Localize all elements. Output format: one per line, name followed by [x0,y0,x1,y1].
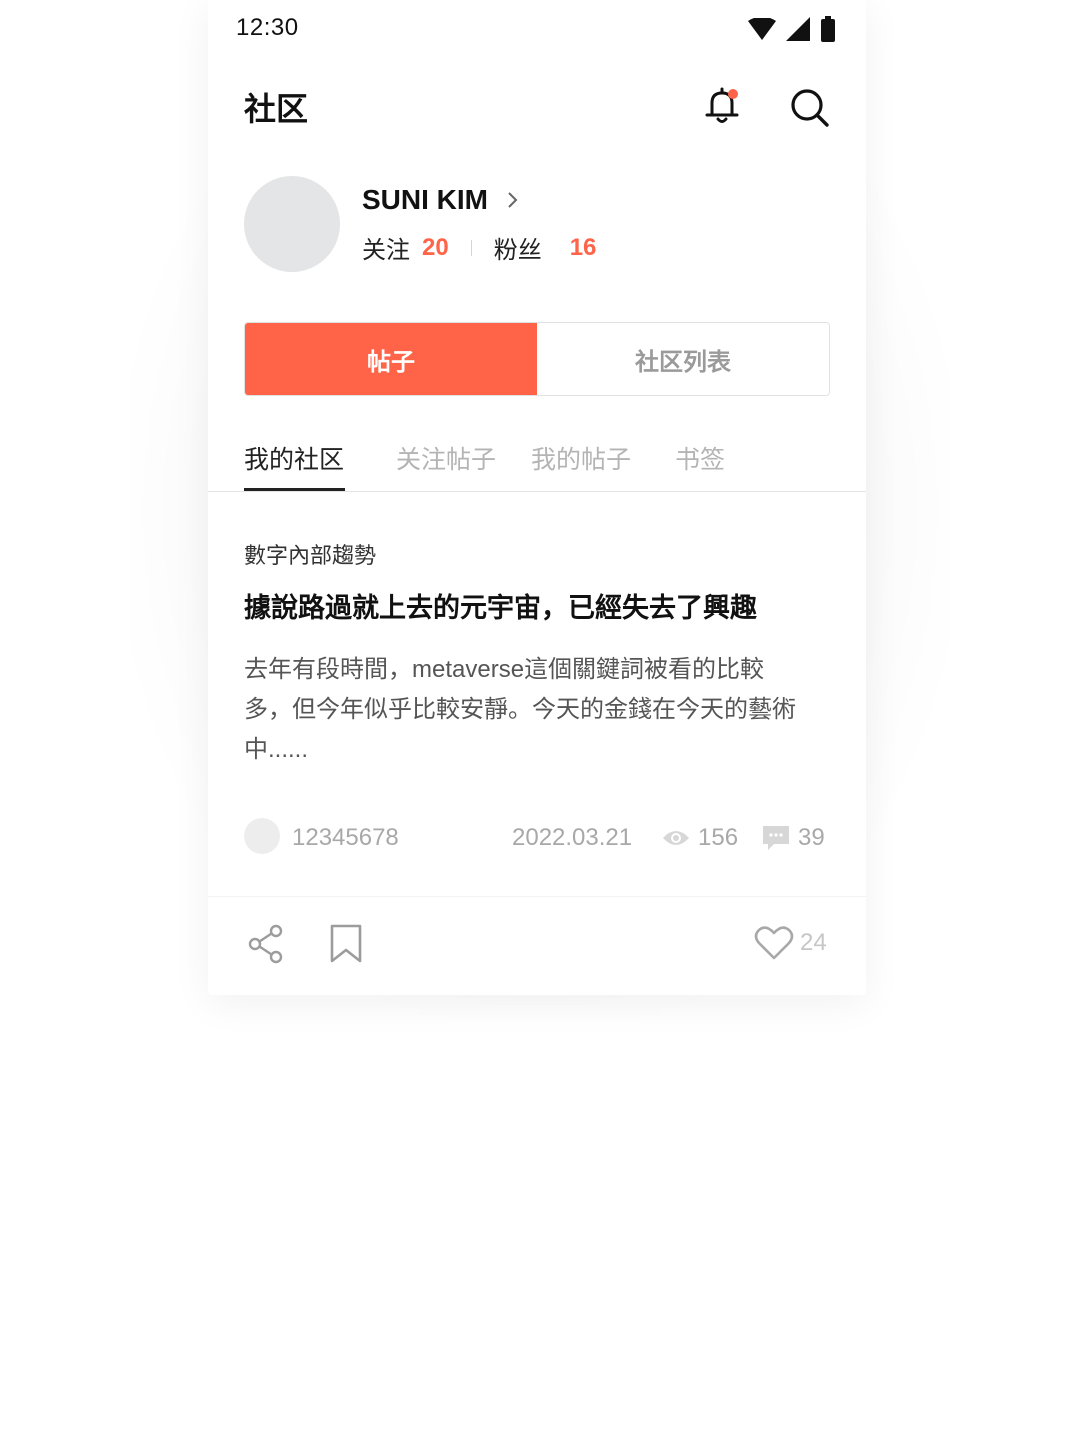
post-body[interactable]: 去年有段時間，metaverse這個關鍵詞被看的比較 多，但今年似乎比較安靜。今… [244,650,834,770]
phone-screen: 12:30 社区 SUNI KIM 关注 20 粉丝 16 帖子 社区列表 我的… [208,0,866,995]
notification-dot [728,89,738,99]
view-count: 156 [698,824,739,851]
bell-icon[interactable] [700,84,744,128]
tab-following-posts[interactable]: 关注帖子 [396,440,496,476]
bookmark-icon[interactable] [328,923,364,965]
comment-count: 39 [798,824,825,851]
tab-my-posts[interactable]: 我的帖子 [531,440,631,476]
post-body-line: 中...... [244,736,309,763]
like-count: 24 [800,929,827,956]
eye-icon [663,831,689,845]
post-body-line: 去年有段時間，metaverse這個關鍵詞被看的比較 [244,656,765,683]
avatar[interactable] [244,176,340,272]
comment-count-group: 39 [762,824,825,852]
segmented-control: 帖子 社区列表 [244,322,830,396]
like-button[interactable]: 24 [754,925,827,961]
heart-icon [754,926,794,960]
followers-label[interactable]: 粉丝 [494,230,542,265]
tab-bookmarks[interactable]: 书签 [675,440,725,476]
post-meta: 12345678 2022.03.21 156 39 [244,818,830,860]
status-time: 12:30 [236,14,299,41]
following-label[interactable]: 关注 [362,230,410,265]
page-title: 社区 [244,91,309,127]
active-tab-indicator [244,488,345,491]
profile-stats: 关注 20 粉丝 16 [362,230,596,265]
post-body-line: 多，但今年似乎比較安靜。今天的金錢在今天的藝術 [244,696,796,723]
author-id[interactable]: 12345678 [292,824,399,852]
profile-name: SUNI KIM [362,184,488,215]
followers-count[interactable]: 16 [570,234,597,262]
post-title[interactable]: 據說路過就上去的元宇宙，已經失去了興趣 [244,586,757,625]
tab-my-community[interactable]: 我的社区 [244,440,344,476]
post-date: 2022.03.21 [512,824,633,851]
post-category[interactable]: 數字內部趨勢 [244,538,376,570]
post-action-bar: 24 [208,896,866,995]
comment-icon [763,826,789,850]
chevron-right-icon [508,192,518,208]
signal-icon [786,17,810,41]
profile-name-link[interactable]: SUNI KIM [362,184,520,216]
segment-community-list[interactable]: 社区列表 [537,323,829,395]
search-icon[interactable] [788,86,832,130]
battery-icon [821,16,835,42]
view-count-group: 156 [662,824,738,852]
status-bar: 12:30 [208,0,866,58]
author-avatar[interactable] [244,818,280,854]
segment-posts[interactable]: 帖子 [245,323,537,395]
sub-tabs: 我的社区 关注帖子 我的帖子 书签 [208,438,866,492]
wifi-icon [748,18,776,40]
following-count[interactable]: 20 [422,234,449,262]
stat-divider [470,239,472,256]
share-icon[interactable] [246,923,286,965]
